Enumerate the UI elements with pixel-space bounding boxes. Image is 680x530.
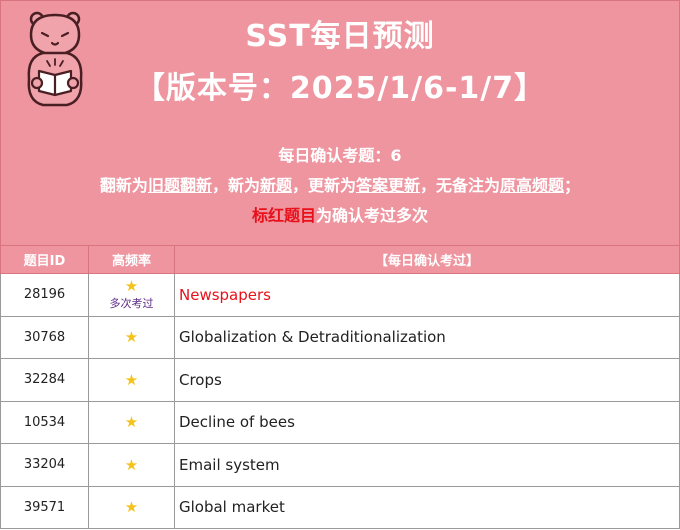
frequency-cell: ★ (88, 315, 175, 359)
table-row: 10534 ★ Decline of bees (0, 400, 680, 444)
table-row: 39571 ★ Global market (0, 485, 680, 529)
star-icon: ★ (124, 328, 139, 347)
question-topic: Crops (174, 358, 680, 402)
star-icon: ★ (124, 370, 139, 389)
legend-text: ，新为 (211, 176, 260, 195)
frequency-cell: ★ 多次考过 (88, 273, 175, 317)
question-id: 33204 (0, 443, 89, 487)
legend-text: 翻新为 (99, 176, 148, 195)
page-title: SST每日预测 (245, 19, 435, 54)
red-note-highlight: 标红题目 (251, 206, 316, 225)
column-header-id: 题目ID (0, 245, 89, 274)
frequency-cell: ★ (88, 358, 175, 402)
prediction-sheet: SST每日预测 【版本号：2025/1/6-1/7】 每日确认考题：6 翻新为旧… (0, 0, 680, 530)
frequency-note: 多次考过 (109, 297, 154, 311)
question-id: 10534 (0, 400, 89, 444)
red-note-text: 为确认考过多次 (316, 206, 429, 225)
red-note-line: 标红题目为确认考过多次 (1, 202, 679, 226)
legend-text: ，更新为 (291, 176, 356, 195)
legend-term: 新题 (259, 176, 292, 195)
legend-term: 答案更新 (356, 176, 421, 195)
star-icon: ★ (124, 413, 139, 432)
legend-text: ，无备注为 (420, 176, 501, 195)
table-row: 30768 ★ Globalization & Detraditionalizati… (0, 315, 680, 359)
question-topic: Decline of bees (174, 400, 680, 444)
header-banner: SST每日预测 【版本号：2025/1/6-1/7】 每日确认考题：6 翻新为旧… (0, 0, 680, 246)
question-topic: Globalization & Detraditionalization (174, 315, 680, 359)
legend-text: ； (564, 176, 581, 195)
table-header-row: 题目ID 高频率 【每日确认考过】 (0, 245, 680, 274)
legend-line: 翻新为旧题翻新，新为新题，更新为答案更新，无备注为原高频题； (1, 172, 679, 196)
legend-term: 旧题翻新 (147, 176, 212, 195)
question-topic: Email system (174, 443, 680, 487)
question-id: 30768 (0, 315, 89, 359)
frequency-cell: ★ (88, 443, 175, 487)
star-icon: ★ (124, 455, 139, 474)
question-topic: Newspapers (174, 273, 680, 317)
question-id: 32284 (0, 358, 89, 402)
frequency-cell: ★ (88, 485, 175, 529)
table-row: 32284 ★ Crops (0, 358, 680, 402)
star-icon: ★ (124, 498, 139, 517)
frequency-cell: ★ (88, 400, 175, 444)
confirm-count-label: 每日确认考题：6 (278, 146, 402, 165)
table-row: 28196 ★ 多次考过 Newspapers (0, 273, 680, 317)
star-icon: ★ (124, 277, 139, 296)
table-row: 33204 ★ Email system (0, 443, 680, 487)
question-topic: Global market (174, 485, 680, 529)
column-header-topic: 【每日确认考过】 (174, 245, 680, 274)
legend-term: 原高频题 (500, 176, 565, 195)
column-header-frequency: 高频率 (88, 245, 175, 274)
question-id: 39571 (0, 485, 89, 529)
question-table: 题目ID 高频率 【每日确认考过】 28196 ★ 多次考过 Newspapers 30… (0, 245, 680, 529)
question-id: 28196 (0, 273, 89, 317)
version-label: 【版本号：2025/1/6-1/7】 (134, 71, 546, 106)
